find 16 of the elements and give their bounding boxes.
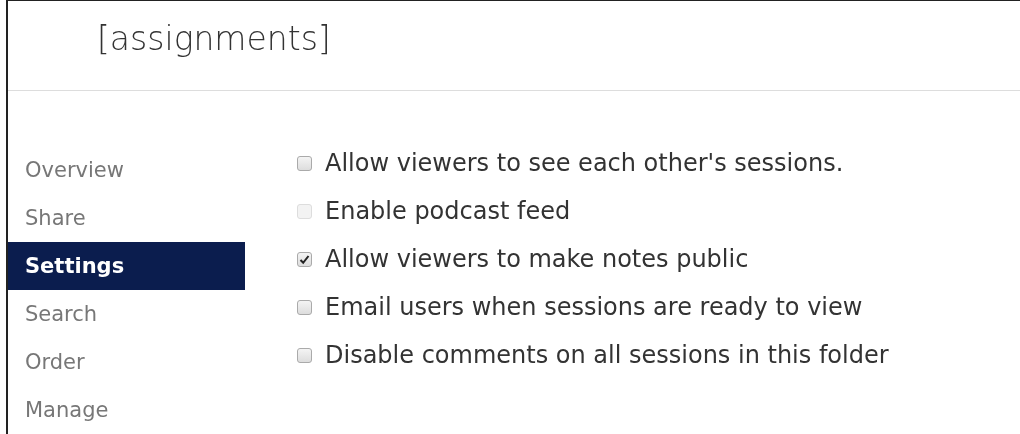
page-title: [assignments]	[97, 19, 331, 58]
checkbox-label: Disable comments on all sessions in this folder	[325, 341, 889, 369]
sidebar-item[interactable]: Share	[8, 194, 245, 242]
checkbox-label: Allow viewers to see each other's sessions.	[325, 149, 844, 177]
checkbox[interactable]	[297, 347, 312, 363]
sidebar-item[interactable]: Manage	[8, 386, 245, 434]
sidebar-item[interactable]: Settings	[8, 242, 245, 290]
checkbox-label: Enable podcast feed	[325, 197, 571, 225]
checkbox-label: Email users when sessions are ready to view	[325, 293, 863, 321]
checkbox[interactable]	[297, 299, 312, 315]
sidebar-item[interactable]: Order	[8, 338, 245, 386]
checkbox-label: Allow viewers to make notes public	[325, 245, 749, 273]
sidebar-item[interactable]: Search	[8, 290, 245, 338]
checkbox[interactable]	[297, 155, 312, 171]
checkbox[interactable]	[297, 251, 312, 267]
sidebar-item[interactable]: Overview	[8, 146, 245, 194]
